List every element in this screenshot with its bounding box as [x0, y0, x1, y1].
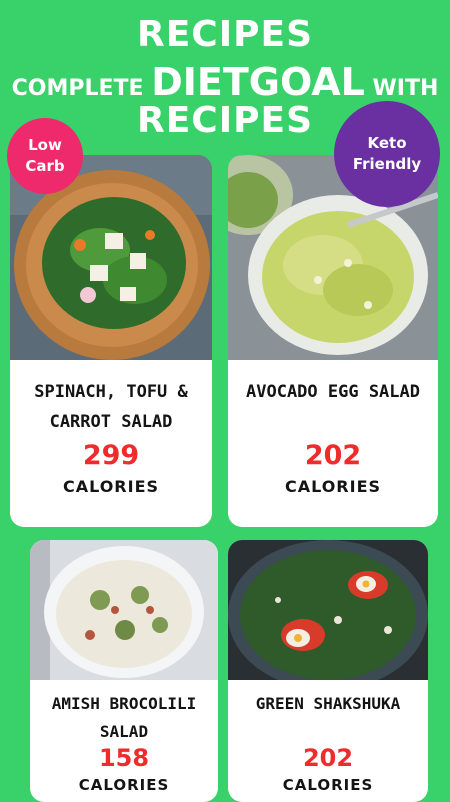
subtitle-dietgoal: DIETGOAL: [151, 60, 365, 104]
recipe-card-spinach-tofu[interactable]: SPINACH, TOFU & CARROT SALAD 299 CALORIE…: [10, 155, 212, 527]
recipe-calories: 202: [302, 744, 354, 772]
keto-label: Keto Friendly: [352, 134, 422, 173]
recipe-card-amish-broccoli[interactable]: AMISH BROCOLILI SALAD 158 CALORIES: [30, 540, 218, 802]
recipe-image-shakshuka: [228, 540, 428, 680]
recipe-name: AMISH BROCOLILI SALAD: [51, 694, 197, 741]
recipe-image-broccoli-salad: [30, 540, 218, 680]
recipe-name: GREEN SHAKSHUKA: [255, 694, 401, 713]
recipe-calories-label: CALORIES: [62, 477, 160, 496]
recipe-name: SPINACH, TOFU & CARROT SALAD: [34, 382, 188, 432]
recipe-card-green-shakshuka[interactable]: GREEN SHAKSHUKA 202 CALORIES: [228, 540, 428, 802]
header-subtitle: COMPLETE DIETGOAL WITH: [0, 60, 450, 104]
subtitle-part-1: COMPLETE: [11, 76, 152, 101]
recipe-calories: 158: [98, 744, 150, 772]
low-carb-label: Low Carb: [25, 136, 65, 175]
recipe-name: AVOCADO EGG SALAD: [246, 382, 420, 402]
recipe-calories-label: CALORIES: [78, 776, 170, 794]
keto-friendly-badge: Keto Friendly: [334, 101, 440, 207]
recipe-calories: 202: [304, 440, 362, 471]
recipe-calories-label: CALORIES: [284, 477, 382, 496]
recipe-card-avocado-egg[interactable]: AVOCADO EGG SALAD 202 CALORIES: [228, 155, 438, 527]
low-carb-badge: Low Carb: [7, 118, 83, 194]
recipe-calories: 299: [82, 440, 140, 471]
subtitle-part-3: WITH: [364, 76, 439, 101]
header-title: RECIPES: [136, 14, 314, 55]
recipe-calories-label: CALORIES: [282, 776, 374, 794]
